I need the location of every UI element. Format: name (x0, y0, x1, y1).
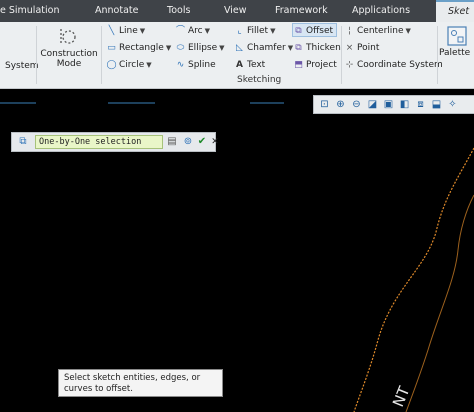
spline-icon: ∿ (176, 60, 185, 70)
view-manager-icon[interactable]: ⧈ (414, 98, 427, 111)
offset-icon: ⧉ (295, 26, 302, 36)
fillet-label: Fillet (247, 26, 269, 36)
tab-framework[interactable]: Framework (275, 0, 328, 22)
text-icon: A (236, 60, 243, 70)
coordinate-system-button[interactable]: ⊹ Coordinate System (344, 58, 443, 72)
tab-simulation[interactable]: e Simulation (0, 0, 59, 22)
zoom-out-icon[interactable]: ⊖ (350, 98, 363, 111)
divider (341, 26, 342, 84)
pause-icon[interactable]: ⊚ (181, 135, 195, 149)
sketch-curve-inner[interactable] (405, 194, 474, 412)
datum-display-icon[interactable]: ✧ (446, 98, 459, 111)
project-icon: ⬒ (294, 60, 303, 70)
display-style-icon[interactable]: ◧ (398, 98, 411, 111)
ok-check-icon[interactable]: ✔ (195, 135, 209, 149)
coordinate-system-icon: ⊹ (345, 60, 354, 70)
centerline-icon: ¦ (347, 26, 352, 36)
repaint-icon[interactable]: ◪ (366, 98, 379, 111)
rectangle-button[interactable]: ▭ Rectangle ▼ (106, 41, 171, 55)
thicken-icon: ⧉ (295, 43, 302, 53)
centerline-button[interactable]: ¦ Centerline ▼ (344, 24, 411, 38)
line-button[interactable]: ╲ Line ▼ (106, 24, 145, 38)
arc-button[interactable]: ⌒ Arc ▼ (175, 24, 210, 38)
offset-button[interactable]: ⧉ Offset (292, 23, 338, 37)
palette-label: Palette (439, 48, 471, 58)
spline-button[interactable]: ∿ Spline (175, 58, 216, 72)
named-views-icon[interactable]: ▣ (382, 98, 395, 111)
ellipse-label: Ellipse (188, 43, 218, 53)
circle-label: Circle (119, 60, 145, 70)
arc-icon: ⌒ (175, 26, 185, 36)
project-button[interactable]: ⬒ Project (293, 58, 337, 72)
centerline-label: Centerline (357, 26, 404, 36)
palette-button[interactable]: Palette (439, 25, 474, 65)
chamfer-icon: ◺ (236, 43, 243, 53)
point-button[interactable]: × Point (344, 41, 380, 55)
ribbon: System Construction Mode ╲ Line ▼ ▭ Rectang… (0, 22, 474, 89)
sketch-view-icon[interactable]: ⬓ (430, 98, 443, 111)
line-icon: ╲ (108, 26, 115, 36)
group-label-sketching: Sketching (237, 75, 282, 85)
line-label: Line (119, 26, 138, 36)
tab-applications[interactable]: Applications (352, 0, 410, 22)
chevron-down-icon[interactable]: ▼ (166, 44, 171, 52)
ellipse-button[interactable]: ⬭ Ellipse ▼ (175, 41, 225, 55)
tab-annotate[interactable]: Annotate (95, 0, 138, 22)
chevron-down-icon[interactable]: ▼ (219, 44, 224, 52)
system-label[interactable]: System (5, 59, 39, 73)
circle-icon: ◯ (106, 60, 117, 70)
thicken-button[interactable]: ⧉ Thicken (293, 41, 341, 55)
chevron-down-icon[interactable]: ▼ (270, 27, 275, 35)
project-label: Project (306, 60, 337, 70)
chevron-down-icon[interactable]: ▼ (146, 61, 151, 69)
spline-label: Spline (188, 60, 216, 70)
text-button[interactable]: A Text (234, 58, 265, 72)
zoom-in-icon[interactable]: ⊕ (334, 98, 347, 111)
construction-mode-label-1: Construction (40, 49, 98, 59)
refit-icon[interactable]: ⊡ (318, 98, 331, 111)
construction-mode-icon (60, 29, 76, 45)
point-label: Point (357, 43, 380, 53)
divider (36, 26, 37, 84)
coordinate-system-label: Coordinate System (357, 60, 443, 70)
text-label: Text (247, 60, 266, 70)
selection-mode-field[interactable]: One-by-One selection (35, 135, 163, 149)
close-icon[interactable]: ✕ (208, 135, 222, 149)
sketch-curve[interactable] (353, 147, 474, 412)
tab-view[interactable]: View (224, 0, 247, 22)
selection-dashboard: ⧉ One-by-One selection ▤ ⊚ ✔ ✕ (11, 132, 219, 152)
menu-list-icon[interactable]: ▤ (165, 135, 179, 149)
ellipse-icon: ⬭ (176, 43, 185, 53)
divider (437, 26, 438, 84)
view-toolbar: ⊡ ⊕ ⊖ ◪ ▣ ◧ ⧈ ⬓ ✧ (313, 95, 474, 114)
fillet-icon: ⌞ (237, 26, 242, 36)
arc-label: Arc (188, 26, 203, 36)
menu-bar: e Simulation Annotate Tools View Framewo… (0, 0, 474, 22)
construction-mode-button[interactable]: Construction Mode (39, 25, 99, 75)
fillet-button[interactable]: ⌞ Fillet ▼ (234, 24, 275, 38)
offset-label: Offset (306, 26, 334, 36)
selection-filter-icon[interactable]: ⧉ (16, 135, 30, 149)
rectangle-icon: ▭ (107, 43, 116, 53)
point-icon: × (345, 43, 354, 53)
sketch-dimension-text: NT (389, 383, 414, 409)
tab-tools[interactable]: Tools (167, 0, 190, 22)
divider (101, 26, 102, 84)
status-hint: Select sketch entities, edges, or curves… (58, 369, 223, 397)
construction-mode-label-2: Mode (56, 59, 82, 69)
chevron-down-icon[interactable]: ▼ (205, 27, 210, 35)
chamfer-button[interactable]: ◺ Chamfer ▼ (234, 41, 293, 55)
palette-icon (447, 26, 467, 46)
tab-sketch[interactable]: Sket (436, 0, 474, 22)
rectangle-label: Rectangle (119, 43, 164, 53)
chevron-down-icon[interactable]: ▼ (140, 27, 145, 35)
chevron-down-icon[interactable]: ▼ (406, 27, 411, 35)
chamfer-label: Chamfer (247, 43, 286, 53)
circle-button[interactable]: ◯ Circle ▼ (106, 58, 151, 72)
thicken-label: Thicken (306, 43, 341, 53)
